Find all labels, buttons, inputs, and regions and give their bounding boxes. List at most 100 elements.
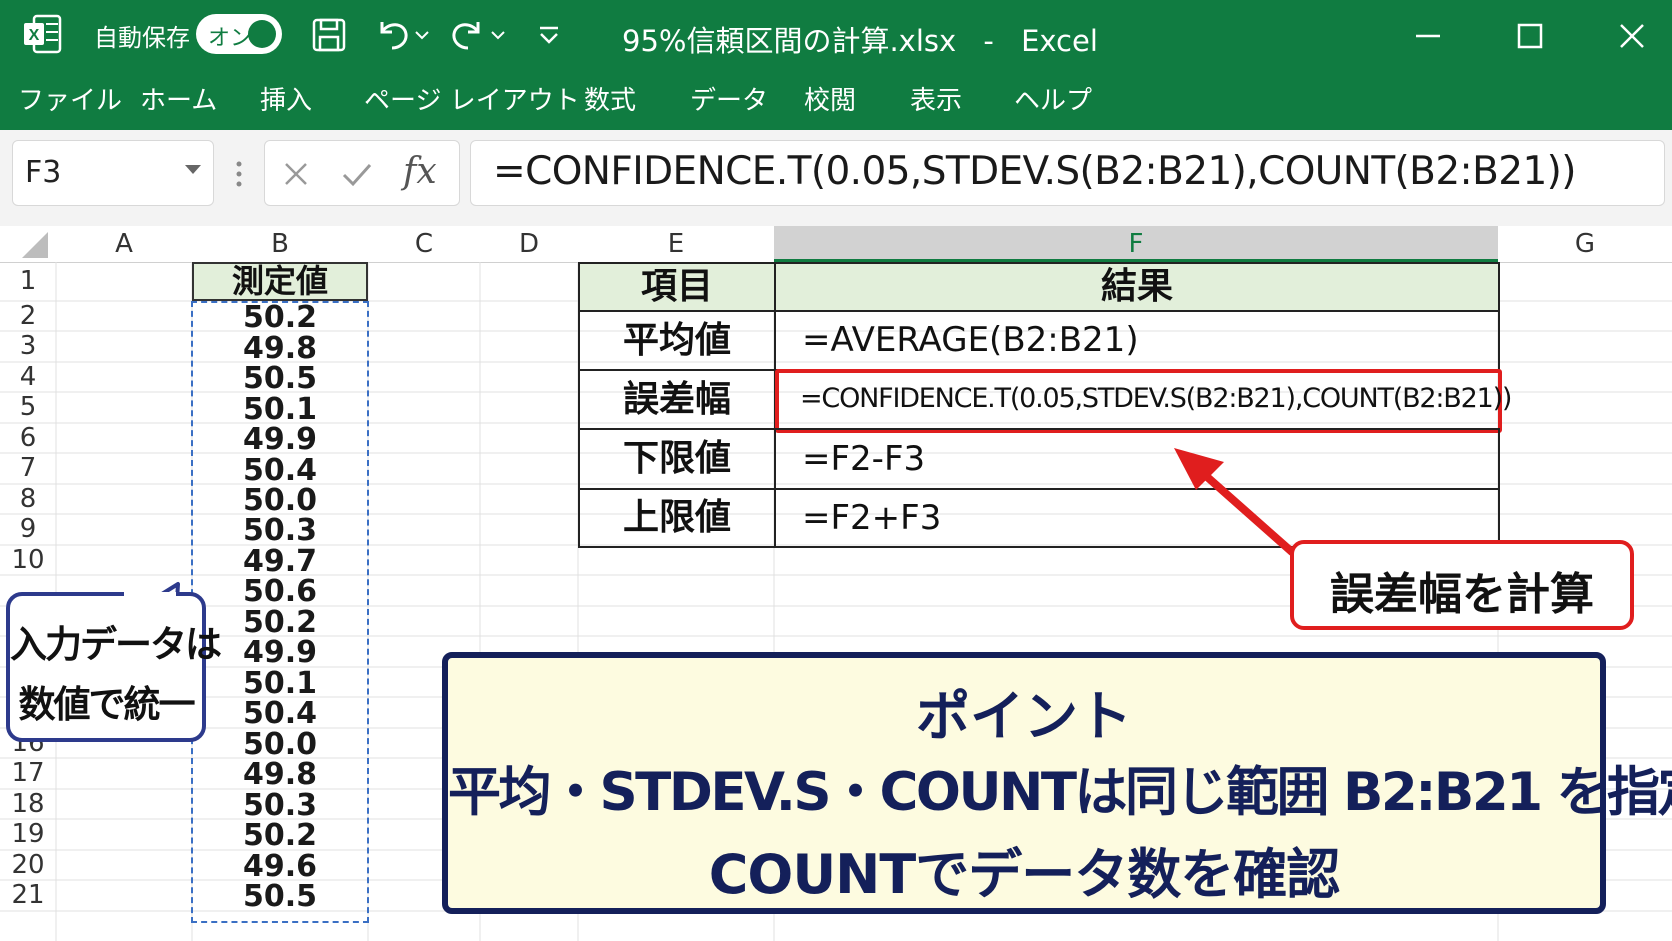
tab-formulas[interactable]: 数式 (584, 80, 636, 117)
cell-b20[interactable]: 49.6 (192, 852, 368, 882)
col-header-b[interactable]: B (192, 226, 368, 262)
tab-help[interactable]: ヘルプ (1014, 80, 1092, 117)
name-box-value: F3 (25, 155, 62, 190)
title-separator: - (983, 24, 994, 58)
tab-insert[interactable]: 挿入 (260, 80, 312, 117)
row-header-7[interactable]: 7 (0, 453, 56, 484)
callout-input-line1: 入力データは (10, 623, 222, 666)
tab-page-layout[interactable]: ページ レイアウト (364, 80, 580, 117)
title-bar: X 自動保存 オン 95%信頼区間の計算.xlsx - Excel (0, 0, 1672, 68)
row-header-6[interactable]: 6 (0, 423, 56, 453)
formula-actions: fx (264, 140, 460, 206)
cell-b4[interactable]: 50.5 (192, 364, 368, 394)
cell-b14[interactable]: 50.1 (192, 669, 368, 699)
tab-home[interactable]: ホーム (140, 80, 217, 117)
save-icon[interactable] (312, 18, 346, 56)
table-label-margin[interactable]: 誤差幅 (578, 369, 776, 430)
insert-function-button[interactable]: fx (403, 151, 437, 192)
table-value-upper[interactable]: =F2+F3 (774, 488, 1500, 548)
row-header-18[interactable]: 18 (0, 789, 56, 819)
col-header-f[interactable]: F (774, 226, 1498, 262)
callout-error-margin: 誤差幅を計算 (1290, 540, 1634, 630)
file-name: 95%信頼区間の計算.xlsx (622, 24, 957, 58)
cancel-icon[interactable] (281, 159, 311, 193)
col-header-d[interactable]: D (480, 226, 578, 262)
excel-logo-icon: X (24, 14, 62, 54)
row-header-4[interactable]: 4 (0, 362, 56, 392)
close-icon[interactable] (1618, 22, 1646, 54)
table-value-margin-text: =CONFIDENCE.T(0.05,STDEV.S(B2:B21),COUNT… (800, 383, 1512, 414)
row-header-17[interactable]: 17 (0, 758, 56, 789)
row-header-9[interactable]: 9 (0, 514, 56, 545)
table-value-average[interactable]: =AVERAGE(B2:B21) (774, 310, 1500, 371)
cell-b19[interactable]: 50.2 (192, 821, 368, 851)
undo-icon[interactable] (374, 16, 434, 56)
enter-check-icon[interactable] (341, 159, 373, 193)
customize-toolbar-icon[interactable] (536, 22, 562, 52)
toggle-knob-icon (248, 20, 276, 48)
cell-b1-header[interactable]: 測定値 (192, 262, 368, 301)
more-options-icon[interactable] (236, 160, 242, 188)
row-header-3[interactable]: 3 (0, 331, 56, 362)
row-header-2[interactable]: 2 (0, 301, 56, 331)
row-header-1[interactable]: 1 (0, 262, 56, 301)
tab-data[interactable]: データ (690, 80, 768, 117)
point-line2: COUNTでデータ数を確認 (708, 843, 1340, 906)
row-header-21[interactable]: 21 (0, 880, 56, 911)
point-title: ポイント (916, 685, 1132, 748)
table-label-lower[interactable]: 下限値 (578, 428, 776, 490)
table-value-lower[interactable]: =F2-F3 (774, 428, 1500, 490)
name-box[interactable]: F3 (12, 140, 214, 206)
formula-input[interactable]: =CONFIDENCE.T(0.05,STDEV.S(B2:B21),COUNT… (470, 140, 1665, 206)
cell-b11[interactable]: 50.6 (192, 577, 368, 607)
cell-b6[interactable]: 49.9 (192, 425, 368, 455)
col-header-g[interactable]: G (1498, 226, 1672, 262)
tab-review[interactable]: 校閲 (804, 80, 856, 117)
cell-b16[interactable]: 50.0 (192, 730, 368, 760)
select-all-corner[interactable] (18, 230, 50, 264)
cell-b21[interactable]: 50.5 (192, 882, 368, 912)
autosave-label: 自動保存 (94, 24, 190, 52)
ribbon-tabs: ファイル ホーム 挿入 ページ レイアウト 数式 データ 校閲 表示 ヘルプ (0, 68, 1672, 130)
row-header-5[interactable]: 5 (0, 392, 56, 423)
table-label-upper[interactable]: 上限値 (578, 488, 776, 548)
table-label-average[interactable]: 平均値 (578, 310, 776, 371)
cell-b3[interactable]: 49.8 (192, 334, 368, 364)
formula-text: =CONFIDENCE.T(0.05,STDEV.S(B2:B21),COUNT… (493, 149, 1576, 194)
maximize-icon[interactable] (1516, 22, 1544, 54)
cell-b18[interactable]: 50.3 (192, 791, 368, 821)
window-title: 95%信頼区間の計算.xlsx - Excel (622, 18, 1098, 60)
redo-icon[interactable] (452, 16, 512, 56)
tab-view[interactable]: 表示 (910, 80, 962, 117)
app-name: Excel (1021, 24, 1098, 58)
col-header-c[interactable]: C (368, 226, 480, 262)
cell-b15[interactable]: 50.4 (192, 699, 368, 729)
row-header-19[interactable]: 19 (0, 819, 56, 850)
col-header-a[interactable]: A (56, 226, 192, 262)
callout-join-cover (124, 592, 176, 600)
callout-error-margin-text: 誤差幅を計算 (1330, 569, 1594, 620)
table-header-item[interactable]: 項目 (578, 262, 776, 312)
table-header-result[interactable]: 結果 (774, 262, 1500, 312)
cell-b8[interactable]: 50.0 (192, 486, 368, 516)
cell-b10[interactable]: 49.7 (192, 547, 368, 577)
row-header-20[interactable]: 20 (0, 850, 56, 880)
callout-input-data: 入力データは 数値で統一 (6, 592, 222, 742)
cell-b2[interactable]: 50.2 (192, 303, 368, 333)
cell-b5[interactable]: 50.1 (192, 395, 368, 425)
callout-input-line2: 数値で統一 (18, 683, 196, 726)
autosave-toggle[interactable]: オン (196, 14, 282, 54)
cell-b9[interactable]: 50.3 (192, 516, 368, 546)
cell-b7[interactable]: 50.4 (192, 456, 368, 486)
svg-text:X: X (29, 27, 40, 44)
tab-file[interactable]: ファイル (18, 80, 122, 117)
minimize-icon[interactable] (1414, 22, 1442, 54)
autosave-toggle-label: オン (208, 26, 253, 51)
cell-b17[interactable]: 49.8 (192, 760, 368, 790)
col-header-e[interactable]: E (578, 226, 774, 262)
point-box: ポイント 平均・STDEV.S・COUNTは同じ範囲 B2:B21 を指定 CO… (442, 652, 1672, 914)
point-line1: 平均・STDEV.S・COUNTは同じ範囲 B2:B21 を指定 (448, 762, 1672, 823)
row-header-8[interactable]: 8 (0, 484, 56, 514)
chevron-down-icon[interactable] (185, 165, 201, 174)
row-header-10[interactable]: 10 (0, 545, 56, 575)
